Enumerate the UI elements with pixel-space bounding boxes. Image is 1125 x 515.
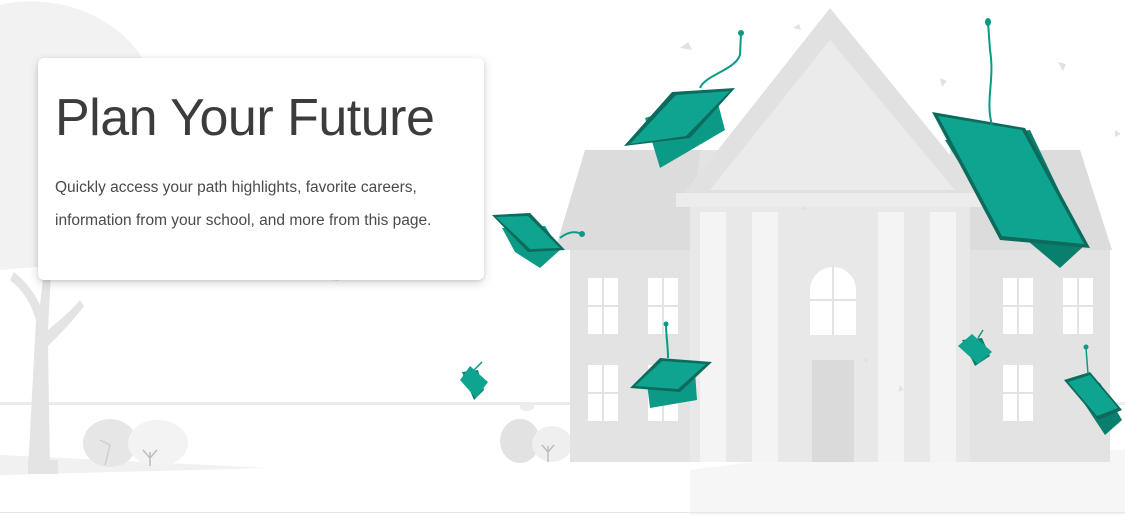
hero-section: Plan Your Future Quickly access your pat…: [0, 0, 1125, 515]
graduation-cap-icon: [460, 361, 488, 400]
bush-icon: [83, 419, 188, 467]
bush-icon: [500, 403, 572, 463]
intro-card: Plan Your Future Quickly access your pat…: [38, 58, 484, 280]
divider: [0, 512, 1125, 513]
page-title: Plan Your Future: [55, 89, 435, 147]
intro-description: Quickly access your path highlights, fav…: [55, 179, 432, 229]
